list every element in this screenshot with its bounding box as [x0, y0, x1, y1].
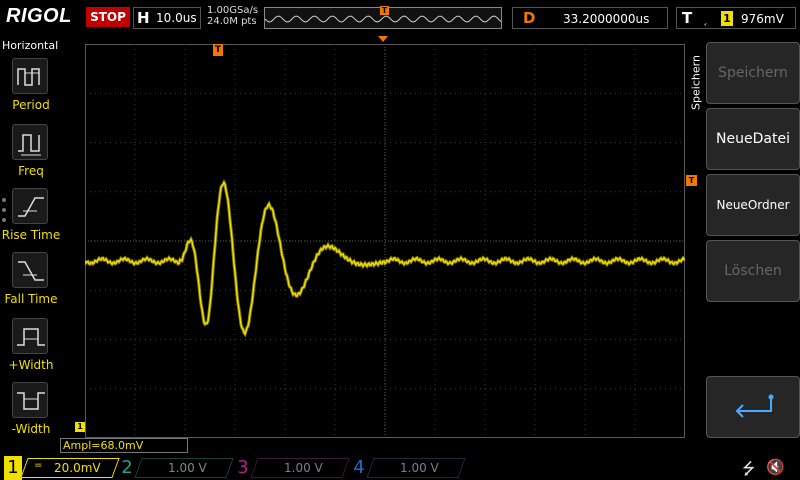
channel-scale: 1.00 V: [168, 461, 207, 475]
delay-label: D: [523, 9, 536, 27]
trigger-position-marker-top: T: [380, 6, 389, 15]
channel-number: 3: [237, 457, 249, 478]
timebase-box[interactable]: H 10.0us: [133, 7, 201, 29]
channel-number: 4: [353, 457, 365, 478]
measurement-panel: Horizontal Period Freq Rise Time Fall Ti…: [0, 36, 62, 456]
channel-number: 2: [121, 457, 133, 478]
channel-2-status[interactable]: 2 1.00 V: [118, 456, 238, 480]
menu-title: Speichern: [689, 55, 703, 110]
fall-time-icon: [12, 252, 48, 288]
usb-icon: ⭍: [742, 459, 756, 478]
channel-status-bar: 1 = 20.0mV 2 1.00 V 3 1.00 V 4 1.00 V ⭍ …: [0, 456, 800, 480]
graticule: [85, 44, 685, 438]
horizontal-label: H: [137, 9, 150, 27]
measure-positive-width[interactable]: +Width: [0, 318, 62, 380]
delay-box[interactable]: D 33.2000000us: [512, 7, 668, 29]
measure-label: +Width: [8, 358, 54, 372]
channel-3-status[interactable]: 3 1.00 V: [234, 456, 354, 480]
trigger-level-value: 976mV: [741, 12, 784, 26]
channel-scale: 1.00 V: [400, 461, 439, 475]
period-icon: [12, 58, 48, 94]
trigger-position-marker[interactable]: T: [213, 44, 223, 56]
top-status-bar: RIGOL STOP H 10.0us 1.00GSa/s 24.0M pts …: [0, 0, 800, 36]
rise-time-icon: [12, 188, 48, 224]
trigger-channel: 1: [721, 11, 733, 26]
trigger-box[interactable]: T ˱ 1 976mV: [676, 7, 796, 29]
system-icons: ⭍ 🔇: [700, 458, 796, 478]
measure-fall-time[interactable]: Fall Time: [0, 252, 62, 314]
delete-button[interactable]: Löschen: [706, 240, 800, 302]
memory-depth: 24.0M pts: [207, 16, 257, 27]
measure-negative-width[interactable]: -Width: [0, 382, 62, 444]
measurement-result: Ampl=68.0mV: [60, 438, 188, 453]
memory-overview-trace: [265, 15, 501, 23]
measure-label: Fall Time: [4, 292, 58, 306]
channel-1-status[interactable]: 1 = 20.0mV: [4, 456, 124, 480]
save-button[interactable]: Speichern: [706, 42, 800, 104]
channel-scale: 1.00 V: [284, 461, 323, 475]
new-file-button[interactable]: NeueDatei: [706, 108, 800, 170]
softkey-menu: Speichern Speichern NeueDatei NeueOrdner…: [686, 36, 800, 456]
measure-label: Period: [12, 98, 50, 112]
return-arrow-icon: [735, 394, 774, 418]
new-folder-button[interactable]: NeueOrdner: [706, 174, 800, 236]
channel-scale: 20.0mV: [54, 461, 101, 475]
channel-number: 1: [4, 456, 22, 480]
frequency-icon: [12, 124, 48, 160]
panel-title: Horizontal: [2, 39, 59, 52]
back-button[interactable]: [706, 376, 800, 438]
sample-rate: 1.00GSa/s: [207, 5, 259, 16]
measure-rise-time[interactable]: Rise Time: [0, 188, 62, 250]
menu-title-tab: Speichern: [686, 36, 706, 136]
measure-label: Freq: [18, 164, 44, 178]
measure-frequency[interactable]: Freq: [0, 124, 62, 186]
negative-width-icon: [12, 382, 48, 418]
brand-logo: RIGOL: [6, 5, 72, 27]
delay-value: 33.2000000us: [563, 12, 650, 26]
waveform-display[interactable]: [85, 44, 685, 438]
measure-label: Rise Time: [1, 228, 61, 242]
channel1-offset-marker[interactable]: 1: [75, 422, 85, 432]
run-stop-indicator[interactable]: STOP: [86, 7, 130, 27]
channel-4-status[interactable]: 4 1.00 V: [350, 456, 470, 480]
measure-period[interactable]: Period: [0, 58, 62, 120]
rising-edge-icon: ˱: [703, 11, 708, 27]
acquisition-info: 1.00GSa/s 24.0M pts: [207, 5, 258, 27]
speaker-muted-icon[interactable]: 🔇: [766, 458, 785, 476]
coupling-icon: =: [34, 460, 43, 471]
trigger-label: T: [682, 9, 693, 27]
measure-label: -Width: [11, 422, 51, 436]
positive-width-icon: [12, 318, 48, 354]
delay-center-arrow-icon: [378, 36, 388, 42]
timebase-value: 10.0us: [156, 11, 197, 25]
